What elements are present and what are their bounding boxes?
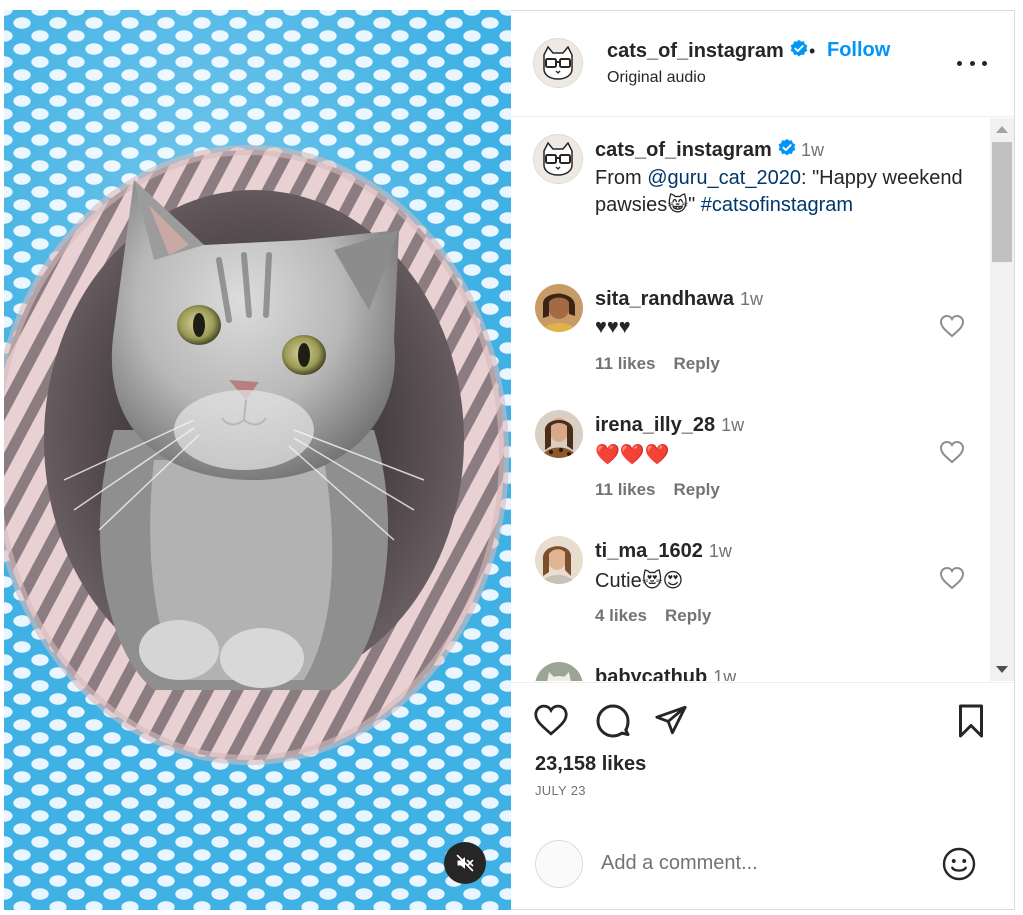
comment-likes-count[interactable]: 4 likes bbox=[595, 606, 647, 625]
comment-item: ti_ma_1602 1w Cutie😻😍 4 likes Reply bbox=[511, 536, 990, 662]
comment-text: ❤️❤️❤️ bbox=[595, 444, 670, 466]
comment-meta: 11 likes Reply bbox=[595, 480, 738, 500]
cat-glasses-logo-icon bbox=[543, 141, 573, 176]
comment-like-button[interactable] bbox=[939, 440, 965, 469]
comment-text: Cutie😻😍 bbox=[595, 570, 684, 592]
post-date: JULY 23 bbox=[535, 783, 586, 798]
grinning-cat-emoji: 😸 bbox=[667, 194, 689, 216]
smiley-face-icon bbox=[942, 847, 976, 881]
comment-time: 1w bbox=[739, 289, 763, 309]
comment-likes-count[interactable]: 11 likes bbox=[595, 354, 656, 373]
caption-text: From @guru_cat_2020: "Happy weekend paws… bbox=[595, 167, 963, 216]
comment-text: ♥♥♥ bbox=[595, 316, 631, 338]
post-media[interactable] bbox=[4, 10, 511, 910]
post-caption: cats_of_instagram 1w From @guru_cat_2020… bbox=[511, 118, 990, 268]
add-comment-bar bbox=[511, 822, 1014, 910]
comment-meta: 11 likes Reply bbox=[595, 354, 738, 374]
follow-button[interactable]: Follow bbox=[827, 39, 890, 62]
reply-button[interactable]: Reply bbox=[665, 606, 711, 625]
comment-time: 1w bbox=[713, 667, 737, 681]
verified-badge-icon bbox=[790, 39, 808, 57]
comment-time: 1w bbox=[721, 415, 745, 435]
caption-author-avatar[interactable] bbox=[533, 134, 583, 184]
caption-username[interactable]: cats_of_instagram bbox=[595, 138, 797, 162]
mute-toggle-button[interactable] bbox=[444, 842, 486, 884]
commenter-avatar[interactable] bbox=[535, 284, 583, 332]
heart-outline-icon bbox=[939, 440, 965, 464]
comment-time: 1w bbox=[708, 541, 732, 561]
muted-speaker-icon bbox=[456, 854, 474, 872]
commenter-username[interactable]: babycathub 1w bbox=[595, 666, 736, 681]
comments-scrollbar[interactable] bbox=[990, 118, 1014, 681]
commenter-avatar[interactable] bbox=[535, 662, 583, 681]
comment-like-button[interactable] bbox=[939, 566, 965, 595]
user-photo-avatar bbox=[535, 536, 583, 584]
emoji-picker-button[interactable] bbox=[941, 846, 977, 887]
more-dot-icon bbox=[982, 60, 987, 66]
scrollbar-thumb[interactable] bbox=[992, 142, 1012, 262]
current-user-avatar bbox=[535, 840, 583, 888]
comment-like-button[interactable] bbox=[939, 314, 965, 343]
more-dot-icon bbox=[957, 60, 962, 66]
scroll-down-arrow-icon[interactable] bbox=[996, 666, 1008, 673]
comment-item: irena_illy_28 1w ❤️❤️❤️ 11 likes Reply bbox=[511, 410, 990, 536]
heart-outline-icon bbox=[534, 704, 568, 736]
comment-likes-count[interactable]: 11 likes bbox=[595, 480, 656, 499]
author-username[interactable]: cats_of_instagram bbox=[607, 39, 809, 63]
heart-outline-icon bbox=[939, 314, 965, 338]
reply-button[interactable]: Reply bbox=[674, 480, 720, 499]
comment-button[interactable] bbox=[595, 703, 631, 744]
hashtag-link[interactable]: #catsofinstagram bbox=[701, 194, 853, 216]
paper-plane-icon bbox=[655, 705, 687, 735]
save-button[interactable] bbox=[955, 703, 987, 744]
commenter-username[interactable]: sita_randhawa 1w bbox=[595, 288, 763, 311]
speech-bubble-icon bbox=[596, 704, 630, 738]
mention-link[interactable]: @guru_cat_2020 bbox=[647, 167, 801, 189]
commenter-username[interactable]: irena_illy_28 1w bbox=[595, 414, 744, 437]
share-button[interactable] bbox=[653, 703, 689, 742]
user-photo-avatar bbox=[535, 410, 583, 458]
header-separator: • bbox=[809, 41, 816, 61]
post-header: cats_of_instagram • Follow Original audi… bbox=[511, 11, 1014, 117]
cat-in-tunnel-image bbox=[4, 145, 509, 765]
cat-glasses-logo-icon bbox=[543, 45, 573, 80]
like-button[interactable] bbox=[533, 703, 569, 742]
likes-count[interactable]: 23,158 likes bbox=[535, 753, 646, 776]
user-photo-avatar bbox=[535, 662, 583, 681]
caption-time: 1w bbox=[801, 140, 825, 160]
audio-label[interactable]: Original audio bbox=[607, 69, 706, 87]
more-dot-icon bbox=[969, 60, 975, 66]
comments-list[interactable]: cats_of_instagram 1w From @guru_cat_2020… bbox=[511, 118, 990, 681]
scroll-up-arrow-icon[interactable] bbox=[996, 126, 1008, 133]
post-detail-panel: cats_of_instagram • Follow Original audi… bbox=[511, 10, 1015, 910]
reply-button[interactable]: Reply bbox=[674, 354, 720, 373]
author-avatar[interactable] bbox=[533, 38, 583, 88]
commenter-avatar[interactable] bbox=[535, 410, 583, 458]
comment-meta: 4 likes Reply bbox=[595, 606, 729, 626]
user-photo-avatar bbox=[535, 284, 583, 332]
verified-badge-icon bbox=[778, 138, 796, 156]
comment-item: sita_randhawa 1w ♥♥♥ 11 likes Reply bbox=[511, 284, 990, 410]
heart-outline-icon bbox=[939, 566, 965, 590]
commenter-username[interactable]: ti_ma_1602 1w bbox=[595, 540, 732, 563]
commenter-avatar[interactable] bbox=[535, 536, 583, 584]
more-options-button[interactable] bbox=[957, 51, 987, 75]
post-actions: 23,158 likes JULY 23 bbox=[511, 682, 1014, 822]
comment-item: babycathub 1w bbox=[511, 662, 990, 681]
comment-input[interactable] bbox=[601, 852, 921, 875]
bookmark-icon bbox=[959, 704, 983, 738]
